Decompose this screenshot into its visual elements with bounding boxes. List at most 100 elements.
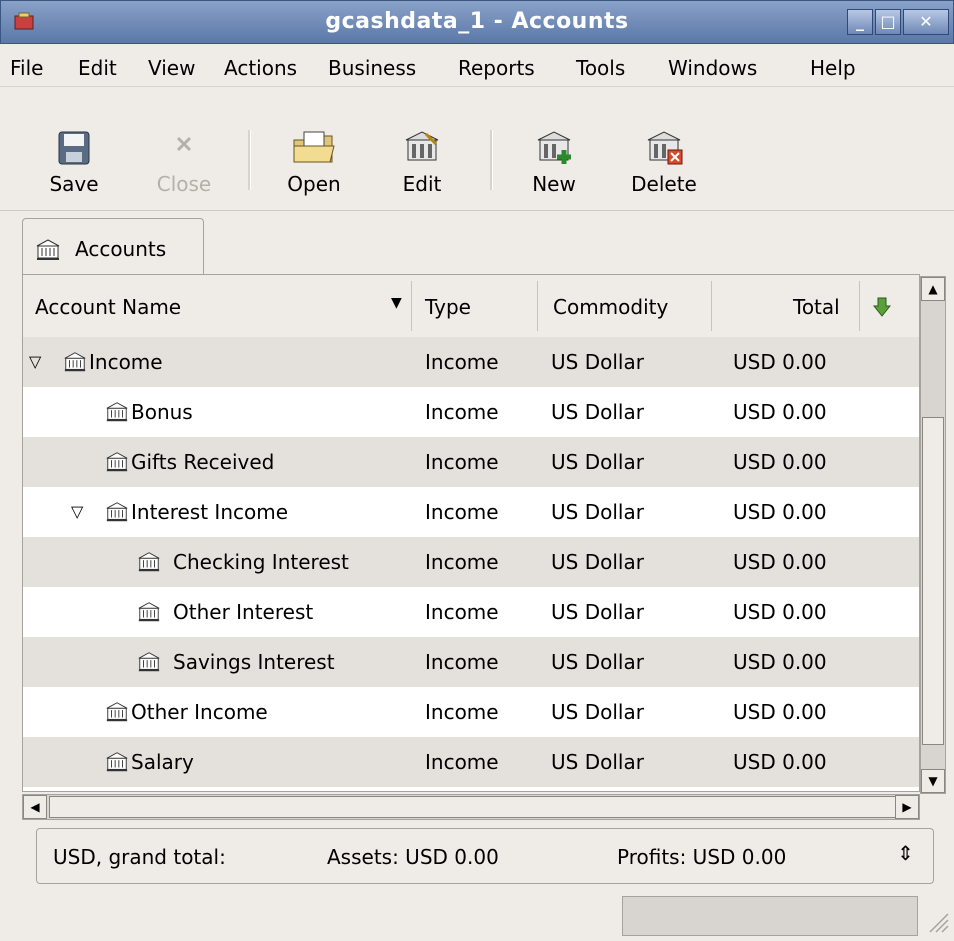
tab-accounts[interactable]: Accounts (22, 218, 204, 274)
column-divider (711, 281, 712, 331)
open-label: Open (287, 172, 341, 196)
scroll-right-icon[interactable]: ▶ (895, 795, 919, 819)
vertical-scrollbar[interactable]: ▲ ▼ (920, 276, 946, 794)
new-account-button[interactable]: New (532, 130, 576, 196)
edit-account-icon (405, 131, 439, 161)
save-button[interactable]: Save (49, 130, 99, 196)
spinner-arrows-icon[interactable]: ⇕ (897, 841, 914, 865)
close-button[interactable]: Close (157, 130, 211, 196)
account-type: Income (425, 450, 499, 474)
close-icon[interactable]: ✕ (903, 9, 949, 35)
menu-help[interactable]: Help (810, 56, 856, 80)
summary-label: USD, grand total: (53, 845, 226, 869)
account-commodity: US Dollar (551, 550, 644, 574)
table-row[interactable]: ▽ Interest Income Income US Dollar USD 0… (23, 487, 919, 537)
menu-file[interactable]: File (10, 56, 43, 80)
horizontal-scrollbar[interactable]: ◀ ▶ (22, 794, 920, 820)
menu-tools[interactable]: Tools (576, 56, 625, 80)
table-row[interactable]: Salary Income US Dollar USD 0.00 (23, 737, 919, 787)
maximize-icon[interactable]: □ (875, 9, 901, 35)
account-type: Income (425, 350, 499, 374)
account-tree: Account Name ▼ Type Commodity Total ▽ In… (22, 274, 920, 792)
account-icon (138, 602, 160, 622)
account-name: Checking Interest (173, 550, 349, 574)
account-type: Income (425, 400, 499, 424)
column-select-arrow-icon[interactable] (873, 297, 891, 317)
menu-view[interactable]: View (148, 56, 195, 80)
table-row[interactable]: Other Interest Income US Dollar USD 0.00 (23, 587, 919, 637)
close-icon (176, 136, 192, 152)
column-type[interactable]: Type (425, 295, 471, 319)
menu-windows[interactable]: Windows (668, 56, 757, 80)
delete-account-icon (647, 131, 683, 165)
menu-edit[interactable]: Edit (78, 56, 117, 80)
account-icon (36, 239, 60, 260)
menu-business[interactable]: Business (328, 56, 416, 80)
account-commodity: US Dollar (551, 600, 644, 624)
tab-label: Accounts (75, 237, 167, 261)
menu-actions[interactable]: Actions (224, 56, 297, 80)
account-name: Other Interest (173, 600, 314, 624)
table-row[interactable]: Gifts Received Income US Dollar USD 0.00 (23, 437, 919, 487)
column-divider (859, 281, 860, 331)
open-folder-icon (293, 131, 335, 163)
account-type: Income (425, 700, 499, 724)
scroll-down-icon[interactable]: ▼ (921, 769, 945, 793)
account-commodity: US Dollar (551, 400, 644, 424)
collapse-triangle-icon[interactable]: ▽ (71, 502, 83, 521)
scroll-thumb[interactable] (922, 417, 944, 745)
account-icon (106, 402, 128, 422)
account-icon (106, 502, 128, 522)
table-row[interactable]: Bonus Income US Dollar USD 0.00 (23, 387, 919, 437)
new-label: New (532, 172, 576, 196)
scroll-left-icon[interactable]: ◀ (23, 795, 47, 819)
account-total: USD 0.00 (733, 350, 827, 374)
edit-button[interactable]: Edit (400, 130, 444, 196)
account-total: USD 0.00 (733, 500, 827, 524)
summary-bar[interactable]: USD, grand total: Assets: USD 0.00 Profi… (36, 828, 934, 884)
scroll-thumb[interactable] (49, 796, 897, 818)
table-row[interactable]: ▽ Income Income US Dollar USD 0.00 (23, 337, 919, 387)
toolbar-separator (490, 130, 493, 190)
account-total: USD 0.00 (733, 450, 827, 474)
save-icon (58, 131, 90, 165)
account-name: Income (89, 350, 163, 374)
resize-grip-icon[interactable] (924, 908, 950, 936)
chevron-down-icon[interactable]: ▼ (391, 295, 402, 311)
account-type: Income (425, 550, 499, 574)
account-icon (106, 752, 128, 772)
account-total: USD 0.00 (733, 750, 827, 774)
column-account-name[interactable]: Account Name (35, 295, 181, 319)
table-row[interactable]: Checking Interest Income US Dollar USD 0… (23, 537, 919, 587)
summary-assets: Assets: USD 0.00 (327, 845, 499, 869)
account-commodity: US Dollar (551, 450, 644, 474)
window-title: gcashdata_1 - Accounts (325, 9, 629, 34)
account-name: Interest Income (131, 500, 289, 524)
account-icon (138, 652, 160, 672)
account-name: Savings Interest (173, 650, 335, 674)
title-bar: gcashdata_1 - Accounts _ □ ✕ (0, 0, 954, 44)
new-account-icon (537, 131, 571, 164)
account-type: Income (425, 500, 499, 524)
account-commodity: US Dollar (551, 750, 644, 774)
minimize-icon[interactable]: _ (847, 9, 873, 35)
open-button[interactable]: Open (287, 130, 341, 196)
menu-reports[interactable]: Reports (458, 56, 535, 80)
toolbar-separator (248, 130, 251, 190)
account-total: USD 0.00 (733, 400, 827, 424)
scroll-up-icon[interactable]: ▲ (921, 277, 945, 301)
account-type: Income (425, 600, 499, 624)
account-icon (106, 702, 128, 722)
column-divider (411, 281, 412, 331)
delete-account-button[interactable]: Delete (631, 130, 697, 196)
collapse-triangle-icon[interactable]: ▽ (29, 352, 41, 371)
account-name: Bonus (131, 400, 193, 424)
account-total: USD 0.00 (733, 550, 827, 574)
account-icon (138, 552, 160, 572)
column-commodity[interactable]: Commodity (553, 295, 668, 319)
column-total[interactable]: Total (793, 295, 840, 319)
table-row[interactable]: Savings Interest Income US Dollar USD 0.… (23, 637, 919, 687)
account-commodity: US Dollar (551, 500, 644, 524)
table-row[interactable]: Other Income Income US Dollar USD 0.00 (23, 687, 919, 737)
account-name: Salary (131, 750, 194, 774)
